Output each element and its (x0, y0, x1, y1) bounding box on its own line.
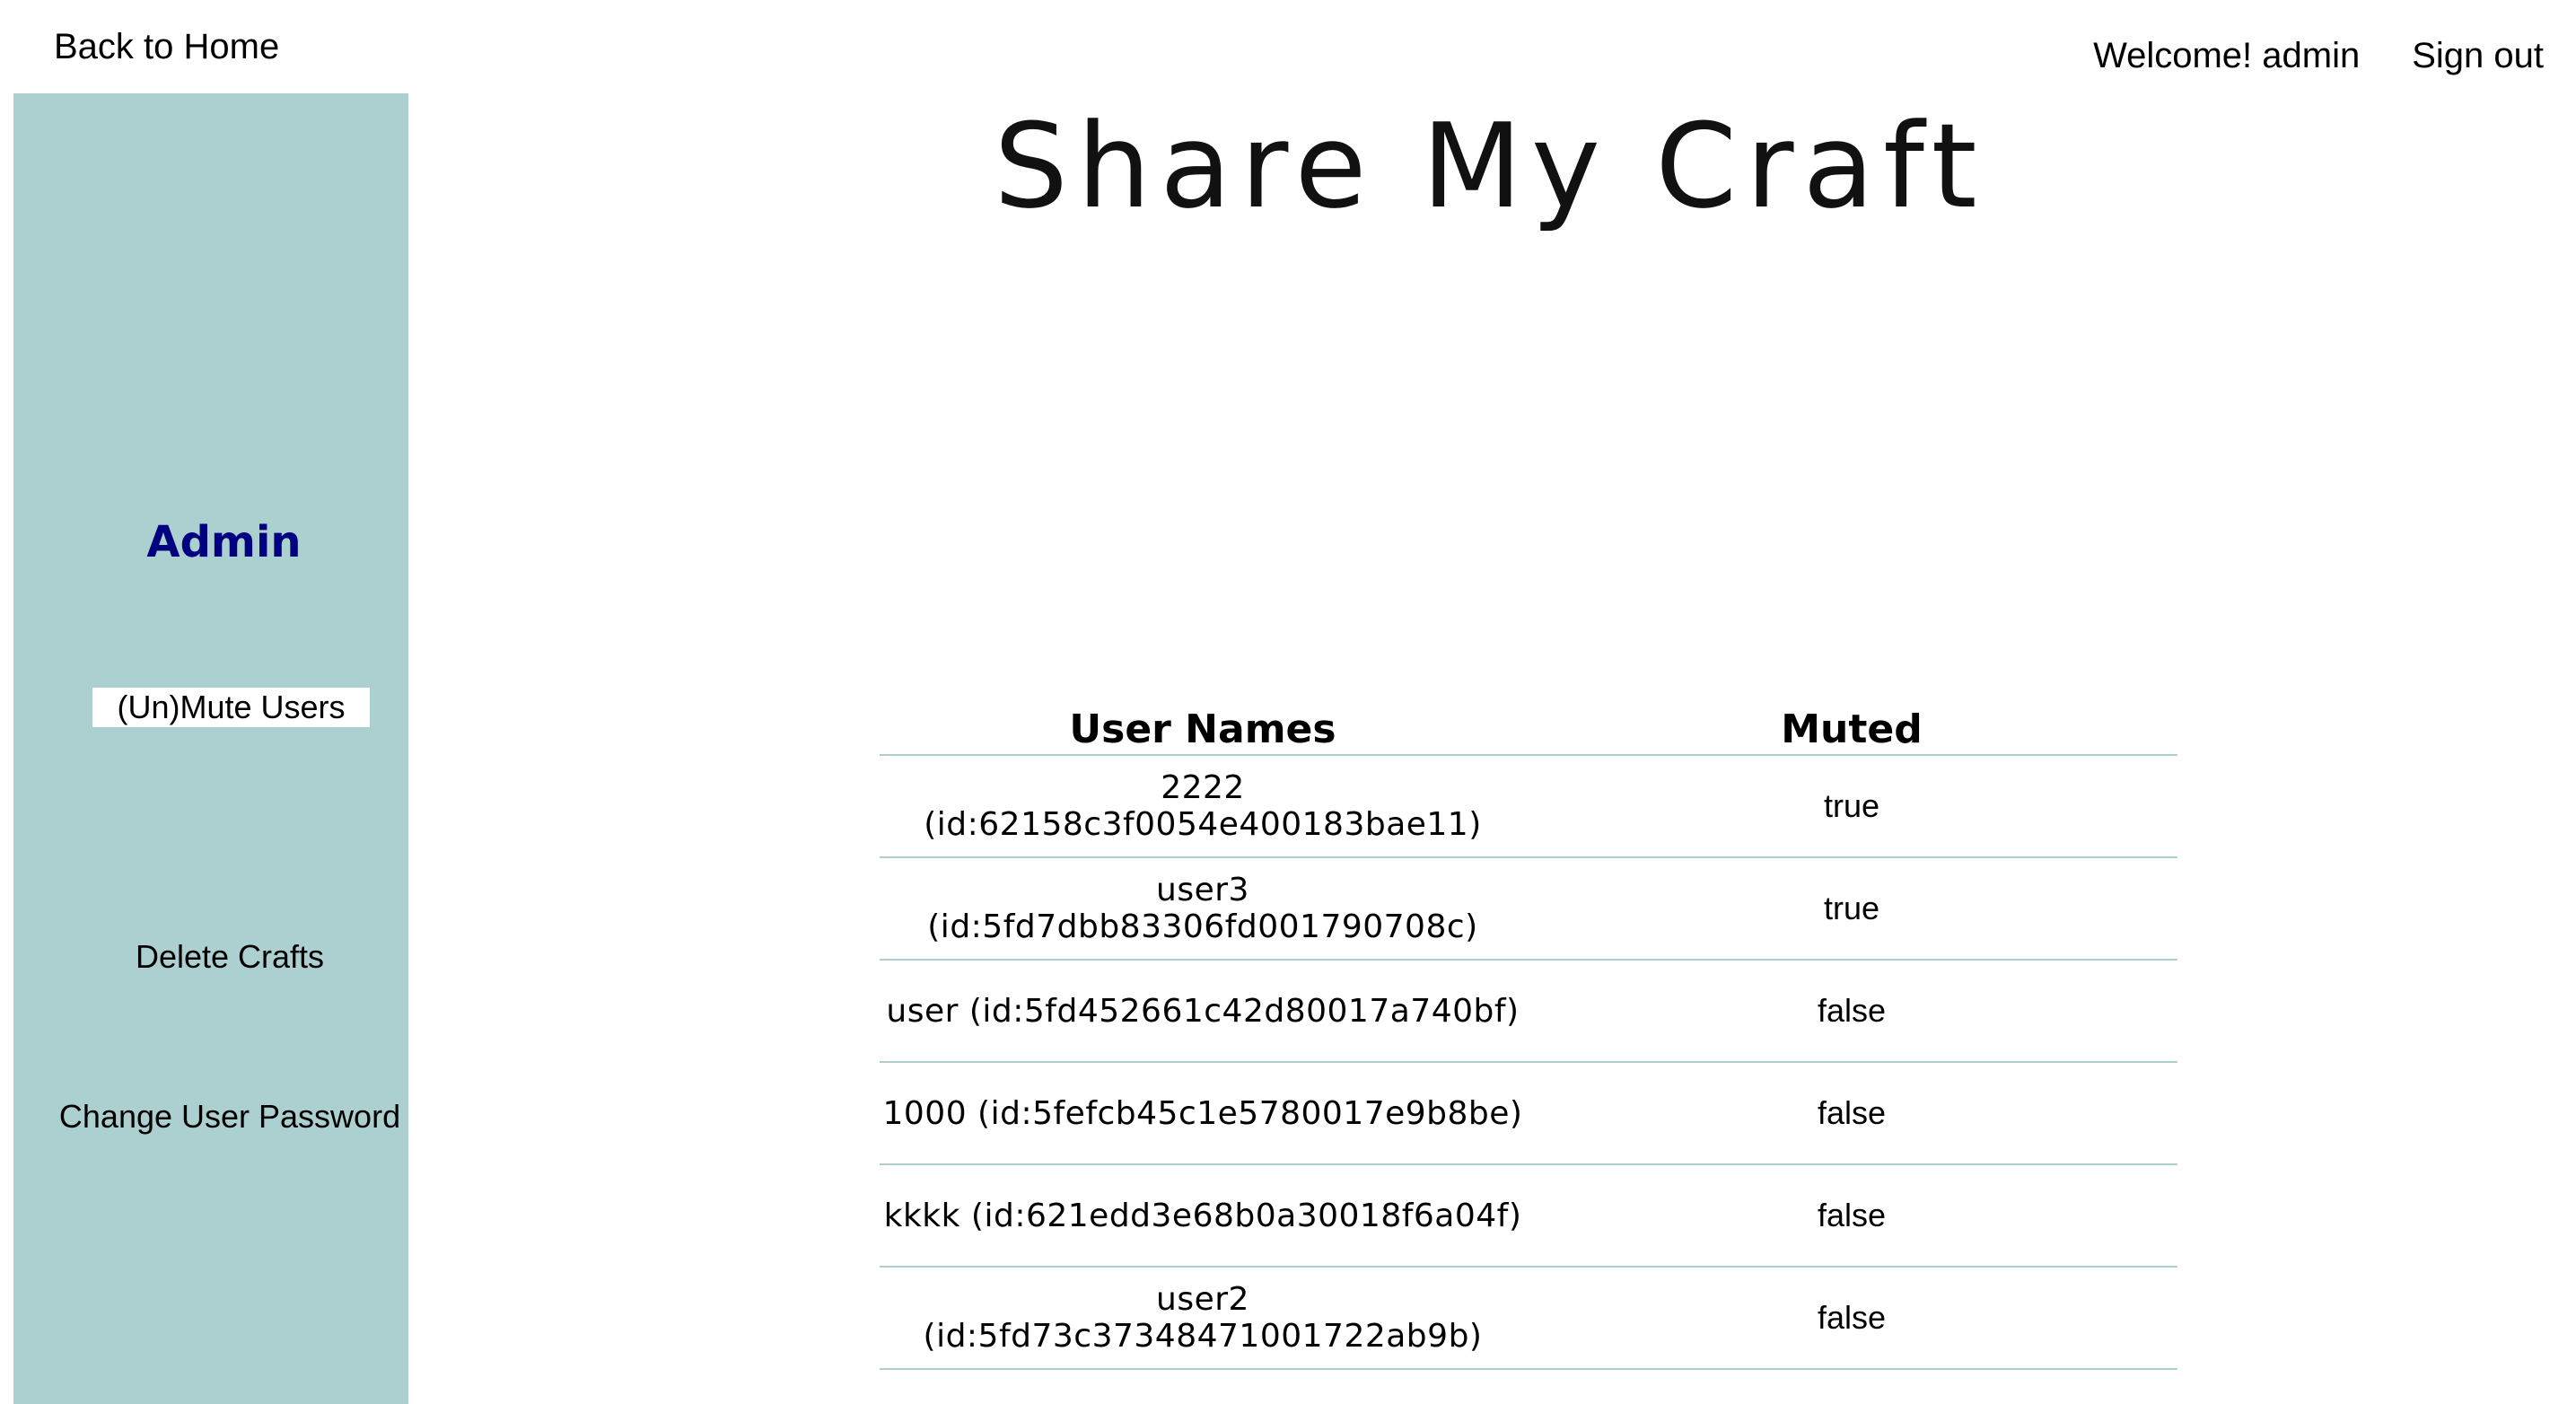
table-row[interactable]: user2 (id:5fd73c37348471001722ab9b) fals… (880, 1267, 2177, 1370)
sidebar-title: Admin (146, 517, 302, 567)
table-header-row: User Names Muted (880, 700, 2177, 756)
welcome-text: Welcome! admin (2093, 36, 2361, 75)
user-name-cell: 1000 (id:5fefcb45c1e5780017e9b8be) (880, 1062, 1526, 1165)
muted-status-cell[interactable]: true (1526, 857, 2177, 961)
muted-status-cell[interactable]: false (1526, 960, 2177, 1063)
site-logo: Share My Craft (994, 98, 1986, 234)
column-header-muted: Muted (1526, 700, 2177, 756)
admin-sidebar: Admin (Un)Mute Users Delete Crafts Chang… (13, 93, 408, 1404)
table-row[interactable]: 1000 (id:5fefcb45c1e5780017e9b8be) false (880, 1062, 2177, 1165)
table-row[interactable]: user3 (id:5fd7dbb83306fd001790708c) true (880, 857, 2177, 961)
muted-status-cell[interactable]: false (1526, 1062, 2177, 1165)
users-table: User Names Muted 2222 (id:62158c3f0054e4… (880, 700, 2177, 1370)
sidebar-item-change-user-password[interactable]: Change User Password (13, 1099, 446, 1135)
sidebar-item-label: Delete Crafts (135, 938, 325, 975)
sidebar-item-label: (Un)Mute Users (117, 689, 346, 725)
users-table-container: User Names Muted 2222 (id:62158c3f0054e4… (880, 700, 2177, 1370)
sign-out-link[interactable]: Sign out (2412, 32, 2544, 79)
user-name-cell: kkkk (id:621edd3e68b0a30018f6a04f) (880, 1164, 1526, 1268)
user-name-cell: user (id:5fd452661c42d80017a740bf) (880, 960, 1526, 1063)
back-to-home-link[interactable]: Back to Home (54, 23, 279, 70)
user-name-cell: user2 (id:5fd73c37348471001722ab9b) (880, 1267, 1526, 1370)
muted-status-cell[interactable]: false (1526, 1267, 2177, 1370)
sidebar-item-label: Change User Password (58, 1098, 401, 1135)
column-header-user-names: User Names (880, 700, 1526, 756)
sidebar-item-delete-crafts[interactable]: Delete Crafts (13, 939, 446, 975)
muted-status-cell[interactable]: false (1526, 1164, 2177, 1268)
admin-page: Back to Home Welcome! admin Sign out Adm… (0, 0, 2576, 1404)
user-name-cell: user3 (id:5fd7dbb83306fd001790708c) (880, 857, 1526, 961)
sidebar-item-unmute-users[interactable]: (Un)Mute Users (92, 688, 370, 727)
table-row[interactable]: kkkk (id:621edd3e68b0a30018f6a04f) false (880, 1164, 2177, 1268)
table-row[interactable]: user (id:5fd452661c42d80017a740bf) false (880, 960, 2177, 1063)
muted-status-cell[interactable]: true (1526, 755, 2177, 858)
user-name-cell: 2222 (id:62158c3f0054e400183bae11) (880, 755, 1526, 858)
user-bar: Welcome! admin Sign out (2093, 32, 2544, 79)
table-row[interactable]: 2222 (id:62158c3f0054e400183bae11) true (880, 755, 2177, 858)
